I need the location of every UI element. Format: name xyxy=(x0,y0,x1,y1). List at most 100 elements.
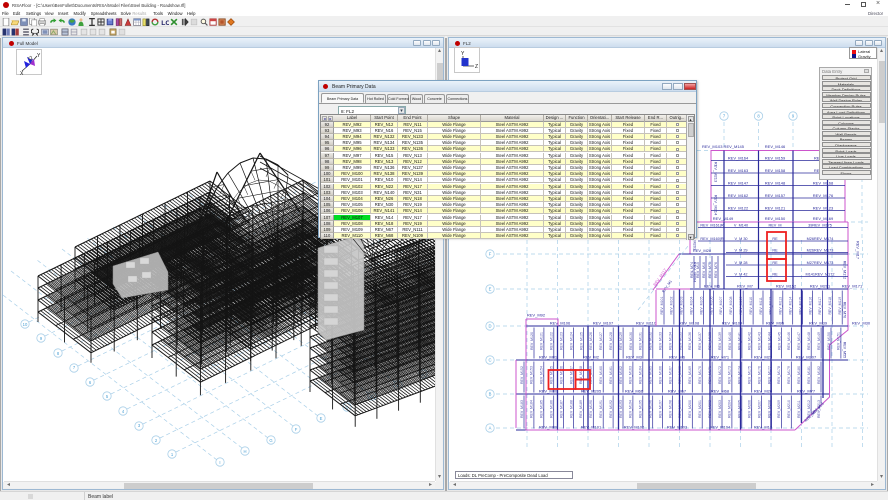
svg-text:REV_M186: REV_M186 xyxy=(550,400,554,418)
svg-text:REV_M189: REV_M189 xyxy=(579,400,583,418)
svg-text:REV_M201: REV_M201 xyxy=(810,284,831,289)
svg-text:REV_M107: REV_M107 xyxy=(593,321,614,326)
svg-text:REV_M101: REV_M101 xyxy=(660,297,664,315)
svg-text:10: 10 xyxy=(23,322,28,327)
svg-text:V_M 30: V_M 30 xyxy=(734,237,747,241)
svg-text:REV_M122: REV_M122 xyxy=(550,332,554,350)
svg-text:REV_M3: REV_M3 xyxy=(626,355,643,360)
svg-text:REV_M30: REV_M30 xyxy=(852,321,871,326)
svg-text:REV_M67: REV_M67 xyxy=(668,389,687,394)
svg-text:REV_M17: REV_M17 xyxy=(856,241,861,260)
svg-text:REV_M185: REV_M185 xyxy=(540,400,544,418)
svg-text:REV_M121: REV_M121 xyxy=(540,332,544,350)
svg-text:REV_M106: REV_M106 xyxy=(550,321,571,326)
svg-text:REV_M20: REV_M20 xyxy=(754,389,773,394)
svg-text:RE: RE xyxy=(772,261,778,265)
svg-text:REV_M23: REV_M23 xyxy=(754,355,773,360)
svg-text:REV_M160: REV_M160 xyxy=(599,366,603,384)
svg-text:M26REV_M173: M26REV_M173 xyxy=(807,249,834,253)
svg-text:REV_M207: REV_M207 xyxy=(757,400,761,418)
svg-text:REV_M6: REV_M6 xyxy=(669,355,686,360)
svg-text:REV_M95: REV_M95 xyxy=(766,321,785,326)
svg-text:REV_M116: REV_M116 xyxy=(808,297,812,315)
svg-text:C: C xyxy=(488,358,491,363)
svg-text:REV_M198: REV_M198 xyxy=(668,400,672,418)
svg-text:REV_M188: REV_M188 xyxy=(569,400,573,418)
svg-text:REV_M70: REV_M70 xyxy=(843,302,847,318)
svg-text:V_M140: V_M140 xyxy=(734,224,748,228)
svg-text:REV_M117: REV_M117 xyxy=(818,297,822,315)
svg-text:B: B xyxy=(489,392,492,397)
svg-text:REV_M182: REV_M182 xyxy=(817,366,821,384)
svg-text:REV_M127: REV_M127 xyxy=(599,332,603,350)
svg-text:Y: Y xyxy=(461,51,465,57)
svg-text:RE: RE xyxy=(772,273,778,277)
svg-text:REV_M183: REV_M183 xyxy=(520,400,524,418)
svg-text:REV_M173: REV_M173 xyxy=(728,366,732,384)
svg-text:REV_M89: REV_M89 xyxy=(539,425,558,430)
svg-text:REV_M146: REV_M146 xyxy=(765,144,786,149)
svg-text:REV_M167: REV_M167 xyxy=(668,366,672,384)
svg-text:REV_M170: REV_M170 xyxy=(698,366,702,384)
svg-text:REV_M200: REV_M200 xyxy=(688,400,692,418)
svg-text:REV_M110: REV_M110 xyxy=(636,321,657,326)
svg-text:REV_M178: REV_M178 xyxy=(777,366,781,384)
svg-text:REV_M166: REV_M166 xyxy=(658,366,662,384)
svg-text:REV_M146: REV_M146 xyxy=(787,332,791,350)
svg-text:REV_M194: REV_M194 xyxy=(629,400,633,418)
svg-text:REV_M149: REV_M149 xyxy=(713,216,734,221)
svg-text:A: A xyxy=(489,426,492,431)
svg-text:REV_M181: REV_M181 xyxy=(807,366,811,384)
svg-text:REV_M103 REV_M145: REV_M103 REV_M145 xyxy=(702,144,745,149)
svg-text:REV_M131: REV_M131 xyxy=(639,332,643,350)
svg-text:REV_M77: REV_M77 xyxy=(797,389,816,394)
svg-text:REV_M161: REV_M161 xyxy=(609,366,613,384)
svg-text:REV_M7: REV_M7 xyxy=(737,284,754,289)
svg-text:REV_M157: REV_M157 xyxy=(569,366,573,384)
svg-text:REV_M130: REV_M130 xyxy=(629,332,633,350)
svg-text:REV_M122: REV_M122 xyxy=(728,206,749,211)
svg-text:REV_M102: REV_M102 xyxy=(670,297,674,315)
svg-text:REV_M201: REV_M201 xyxy=(698,400,702,418)
svg-text:REV_M39: REV_M39 xyxy=(809,321,828,326)
svg-text:REV_M103: REV_M103 xyxy=(667,425,688,430)
svg-text:REV_M102: REV_M102 xyxy=(624,425,645,430)
svg-text:REV_M158: REV_M158 xyxy=(579,366,583,384)
svg-text:E: E xyxy=(489,287,492,292)
svg-text:REV_M126: REV_M126 xyxy=(589,332,593,350)
svg-text:REV_M203: REV_M203 xyxy=(718,400,722,418)
svg-text:REV_M193: REV_M193 xyxy=(619,400,623,418)
svg-text:D: D xyxy=(488,324,491,329)
svg-text:RE: RE xyxy=(772,249,778,253)
svg-text:REV_M160|R: REV_M160|R xyxy=(700,237,723,241)
svg-text:REV_M175: REV_M175 xyxy=(748,366,752,384)
svg-text:REV_M179: REV_M179 xyxy=(787,366,791,384)
svg-text:H: H xyxy=(243,449,246,454)
svg-text:REV_M108: REV_M108 xyxy=(729,297,733,315)
svg-text:REV_M192: REV_M192 xyxy=(609,400,613,418)
svg-text:REV_M143: REV_M143 xyxy=(758,332,762,350)
svg-text:REV_M120: REV_M120 xyxy=(530,332,534,350)
svg-text:REV_M176: REV_M176 xyxy=(757,366,761,384)
svg-text:REV_M164: REV_M164 xyxy=(728,156,749,161)
svg-text:REV_M16: REV_M16 xyxy=(702,262,706,278)
svg-text:REV_M213: REV_M213 xyxy=(714,162,719,183)
svg-text:REV_M172: REV_M172 xyxy=(718,366,722,384)
svg-text:REV_M68: REV_M68 xyxy=(711,389,730,394)
svg-text:REV_M124: REV_M124 xyxy=(569,332,573,350)
svg-text:REV_M104: REV_M104 xyxy=(690,297,694,315)
svg-text:REV_M2: REV_M2 xyxy=(583,355,600,360)
svg-text:REV_M161|R: REV_M161|R xyxy=(700,224,723,228)
svg-text:REV_M152: REV_M152 xyxy=(520,366,524,384)
svg-text:REV_M121: REV_M121 xyxy=(765,206,786,211)
svg-text:RE: RE xyxy=(772,237,778,241)
svg-text:REV_M123: REV_M123 xyxy=(813,206,834,211)
svg-text:REV_M148: REV_M148 xyxy=(765,181,786,186)
svg-text:REV_M147: REV_M147 xyxy=(728,181,749,186)
svg-text:M26REV_M174: M26REV_M174 xyxy=(807,237,834,241)
svg-text:REV_M119: REV_M119 xyxy=(838,297,842,315)
svg-text:REV_M156: REV_M156 xyxy=(559,366,563,384)
svg-text:REV_M118: REV_M118 xyxy=(828,297,832,315)
svg-text:REV_M162: REV_M162 xyxy=(619,366,623,384)
svg-text:REV_M55: REV_M55 xyxy=(843,342,847,358)
